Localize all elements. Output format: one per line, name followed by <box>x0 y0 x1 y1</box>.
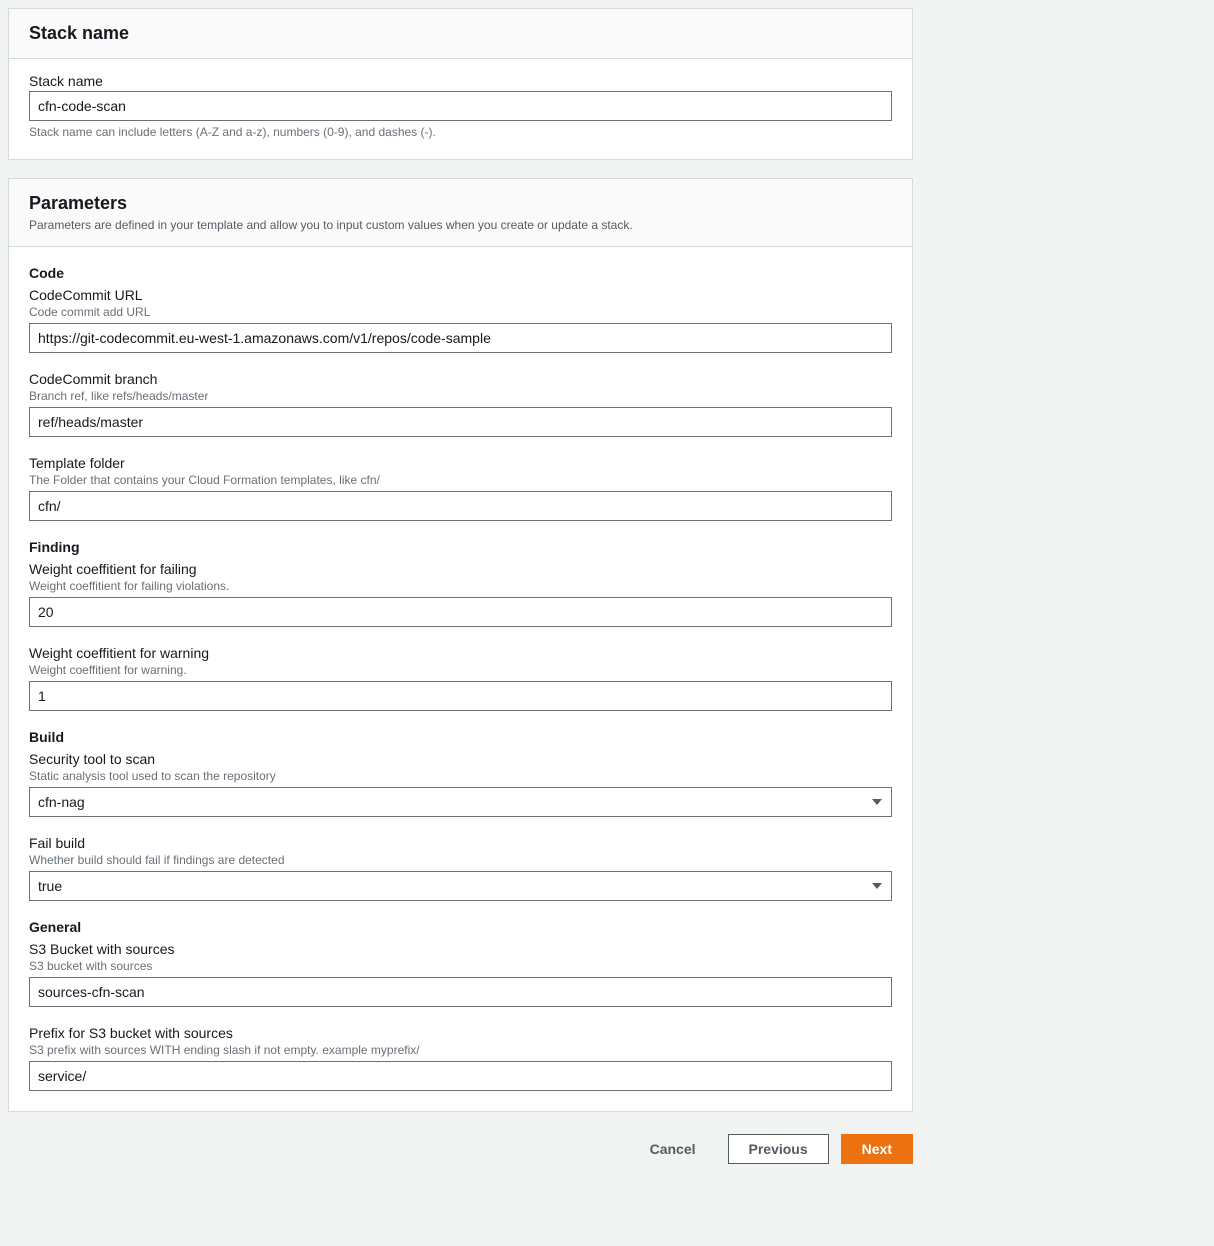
s3-bucket-label: S3 Bucket with sources <box>29 941 892 957</box>
stack-name-panel: Stack name Stack name Stack name can inc… <box>8 8 913 160</box>
stack-name-hint: Stack name can include letters (A-Z and … <box>29 125 892 139</box>
fail-build-label: Fail build <box>29 835 892 851</box>
fail-build-hint: Whether build should fail if findings ar… <box>29 853 892 867</box>
s3-bucket-input[interactable] <box>29 977 892 1007</box>
s3-bucket-hint: S3 bucket with sources <box>29 959 892 973</box>
cancel-button[interactable]: Cancel <box>630 1135 716 1163</box>
security-tool-hint: Static analysis tool used to scan the re… <box>29 769 892 783</box>
footer-actions: Cancel Previous Next <box>8 1130 913 1170</box>
security-tool-select[interactable] <box>29 787 892 817</box>
parameters-subtitle: Parameters are defined in your template … <box>29 218 892 232</box>
weight-failing-hint: Weight coeffitient for failing violation… <box>29 579 892 593</box>
codecommit-url-label: CodeCommit URL <box>29 287 892 303</box>
section-heading-code: Code <box>29 265 892 281</box>
s3-prefix-input[interactable] <box>29 1061 892 1091</box>
section-heading-general: General <box>29 919 892 935</box>
next-button[interactable]: Next <box>841 1134 913 1164</box>
s3-prefix-hint: S3 prefix with sources WITH ending slash… <box>29 1043 892 1057</box>
parameters-header: Parameters Parameters are defined in you… <box>9 179 912 247</box>
weight-warning-hint: Weight coeffitient for warning. <box>29 663 892 677</box>
codecommit-url-input[interactable] <box>29 323 892 353</box>
stack-name-label: Stack name <box>29 73 892 89</box>
codecommit-branch-hint: Branch ref, like refs/heads/master <box>29 389 892 403</box>
template-folder-label: Template folder <box>29 455 892 471</box>
parameters-title: Parameters <box>29 193 892 214</box>
fail-build-select[interactable] <box>29 871 892 901</box>
previous-button[interactable]: Previous <box>728 1134 829 1164</box>
stack-name-header: Stack name <box>9 9 912 59</box>
s3-prefix-label: Prefix for S3 bucket with sources <box>29 1025 892 1041</box>
weight-failing-label: Weight coeffitient for failing <box>29 561 892 577</box>
weight-failing-input[interactable] <box>29 597 892 627</box>
security-tool-label: Security tool to scan <box>29 751 892 767</box>
weight-warning-input[interactable] <box>29 681 892 711</box>
section-heading-build: Build <box>29 729 892 745</box>
parameters-panel: Parameters Parameters are defined in you… <box>8 178 913 1112</box>
template-folder-hint: The Folder that contains your Cloud Form… <box>29 473 892 487</box>
codecommit-branch-input[interactable] <box>29 407 892 437</box>
section-heading-finding: Finding <box>29 539 892 555</box>
codecommit-branch-label: CodeCommit branch <box>29 371 892 387</box>
template-folder-input[interactable] <box>29 491 892 521</box>
stack-name-input[interactable] <box>29 91 892 121</box>
codecommit-url-hint: Code commit add URL <box>29 305 892 319</box>
weight-warning-label: Weight coeffitient for warning <box>29 645 892 661</box>
stack-name-title: Stack name <box>29 23 892 44</box>
